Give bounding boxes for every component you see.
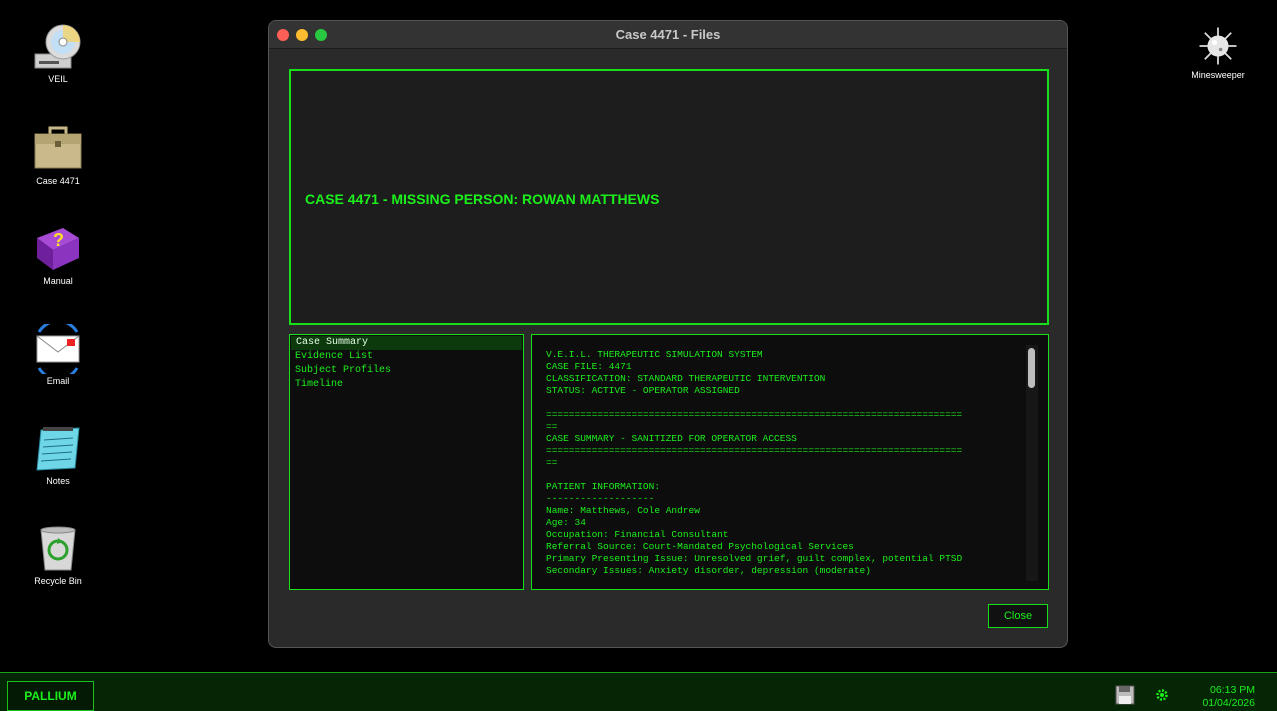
content-line: CASE SUMMARY - SANITIZED FOR OPERATOR AC… bbox=[546, 433, 797, 444]
case-banner-title: CASE 4471 - MISSING PERSON: ROWAN MATTHE… bbox=[305, 191, 660, 207]
notepad-icon bbox=[36, 427, 80, 471]
content-line: STATUS: ACTIVE - OPERATOR ASSIGNED bbox=[546, 385, 740, 396]
file-list-item-timeline[interactable]: Timeline bbox=[290, 378, 523, 392]
file-list-item-evidence-list[interactable]: Evidence List bbox=[290, 350, 523, 364]
gear-icon[interactable] bbox=[1155, 688, 1169, 702]
desktop-icon-minesweeper[interactable]: Minesweeper bbox=[1178, 24, 1258, 80]
desktop-icon-label: Email bbox=[46, 376, 70, 386]
content-line: Secondary Issues: Anxiety disorder, depr… bbox=[546, 565, 871, 576]
content-line: ------------------- bbox=[546, 493, 655, 504]
content-line: == bbox=[546, 421, 558, 432]
desktop-icon-label: Manual bbox=[43, 276, 73, 286]
file-list: Case Summary Evidence List Subject Profi… bbox=[289, 334, 524, 590]
desktop-icon-label: Minesweeper bbox=[1191, 70, 1245, 80]
desktop-icon-label: Recycle Bin bbox=[34, 576, 82, 586]
taskbar-clock: 06:13 PM 01/04/2026 bbox=[1202, 684, 1255, 710]
case-banner: CASE 4471 - MISSING PERSON: ROWAN MATTHE… bbox=[289, 69, 1049, 325]
file-content-pane[interactable]: V.E.I.L. THERAPEUTIC SIMULATION SYSTEM CA… bbox=[531, 334, 1049, 590]
cd-drive-icon bbox=[34, 24, 81, 69]
file-list-item-subject-profiles[interactable]: Subject Profiles bbox=[290, 364, 523, 378]
briefcase-icon bbox=[34, 126, 82, 169]
window-titlebar[interactable]: Case 4471 - Files bbox=[269, 21, 1067, 49]
case-files-window: Case 4471 - Files CASE 4471 - MISSING PE… bbox=[268, 20, 1068, 648]
desktop-icon-recycle-bin[interactable]: Recycle Bin bbox=[18, 524, 98, 586]
content-line: Name: Matthews, Cole Andrew bbox=[546, 505, 700, 516]
desktop-icon-label: Case 4471 bbox=[36, 176, 80, 186]
file-content-text: V.E.I.L. THERAPEUTIC SIMULATION SYSTEM CA… bbox=[546, 349, 1016, 577]
content-line bbox=[546, 469, 1016, 481]
email-icon bbox=[36, 324, 80, 374]
content-scroll-thumb[interactable] bbox=[1028, 348, 1035, 388]
save-disk-icon[interactable] bbox=[1115, 685, 1135, 705]
desktop-icon-label: Notes bbox=[46, 476, 70, 486]
content-line: Referral Source: Court-Mandated Psycholo… bbox=[546, 541, 854, 552]
file-list-item-case-summary[interactable]: Case Summary bbox=[291, 336, 522, 350]
desktop-icon-label: VEIL bbox=[48, 74, 68, 84]
desktop-icon-veil[interactable]: VEIL bbox=[18, 22, 98, 84]
content-line: == bbox=[546, 457, 558, 468]
window-title: Case 4471 - Files bbox=[615, 27, 721, 42]
close-button[interactable]: Close bbox=[988, 604, 1048, 628]
content-line: V.E.I.L. THERAPEUTIC SIMULATION SYSTEM bbox=[546, 349, 763, 360]
content-line bbox=[546, 397, 1016, 409]
svg-text:?: ? bbox=[53, 230, 64, 250]
recycle-bin-icon bbox=[40, 526, 76, 571]
content-line: CASE FILE: 4471 bbox=[546, 361, 632, 372]
mine-icon bbox=[1199, 27, 1237, 65]
content-scrollbar[interactable] bbox=[1026, 345, 1038, 581]
desktop-icon-notes[interactable]: Notes bbox=[18, 424, 98, 486]
desktop-icon-email[interactable]: Email bbox=[18, 324, 98, 386]
clock-date: 01/04/2026 bbox=[1202, 697, 1255, 709]
content-line: ========================================… bbox=[546, 409, 963, 420]
content-line: CLASSIFICATION: STANDARD THERAPEUTIC INT… bbox=[546, 373, 826, 384]
taskbar: PALLIUM 06:13 PM 01/04/2026 bbox=[0, 672, 1277, 711]
start-button[interactable]: PALLIUM bbox=[7, 681, 94, 711]
content-line: ========================================… bbox=[546, 445, 963, 456]
desktop-icon-case-4471[interactable]: Case 4471 bbox=[18, 124, 98, 186]
desktop-icon-manual[interactable]: ? Manual bbox=[18, 224, 98, 286]
content-line: Age: 34 bbox=[546, 517, 586, 528]
clock-time: 06:13 PM bbox=[1210, 684, 1255, 696]
content-line: PATIENT INFORMATION: bbox=[546, 481, 661, 492]
content-line: Occupation: Financial Consultant bbox=[546, 529, 729, 540]
help-book-icon: ? bbox=[37, 228, 79, 270]
content-line: Primary Presenting Issue: Unresolved gri… bbox=[546, 553, 963, 564]
